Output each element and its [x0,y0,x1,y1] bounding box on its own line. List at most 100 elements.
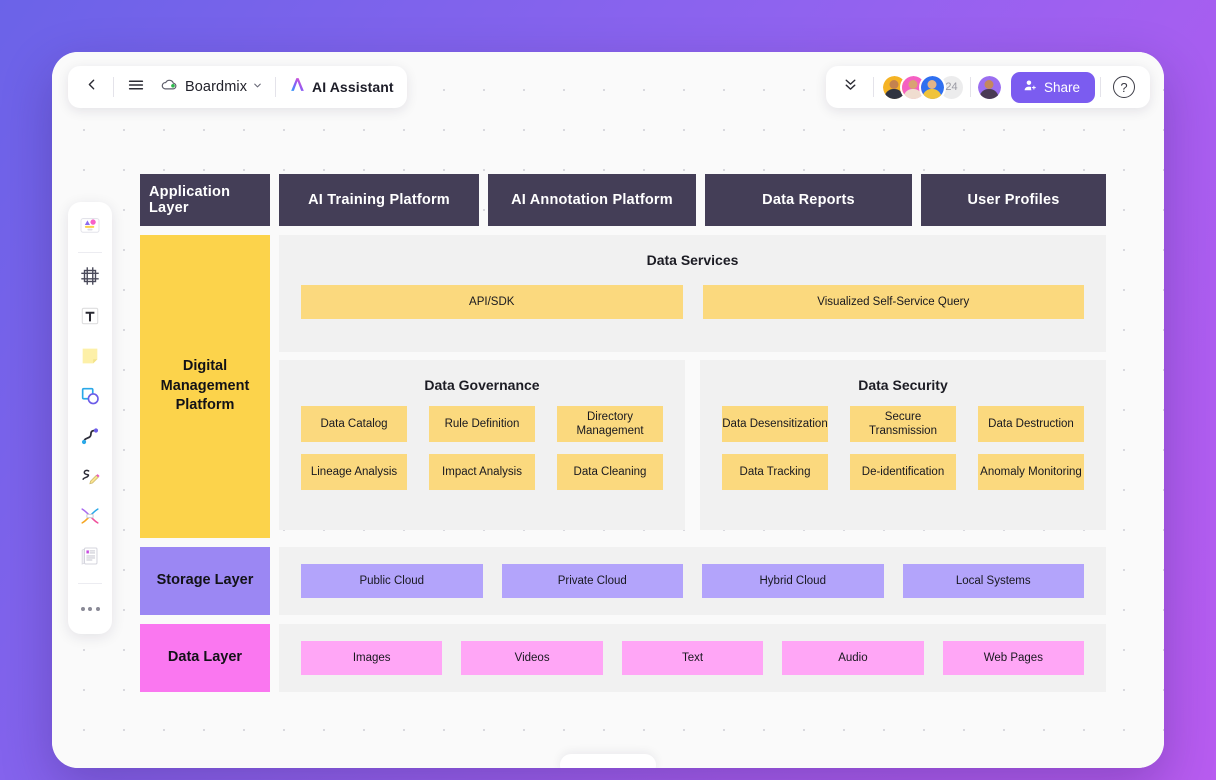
text-tool[interactable] [72,300,108,336]
mindmap-icon [79,505,101,532]
avatar-head [927,79,937,89]
security-chip-anomaly-monitoring[interactable]: Anomaly Monitoring [978,454,1084,490]
document-tool[interactable] [72,540,108,576]
service-chip-label: API/SDK [469,295,515,308]
governance-chip-data-catalog[interactable]: Data Catalog [301,406,407,442]
app-item-data-reports[interactable]: Data Reports [705,174,912,226]
toolbar-divider [1100,77,1101,97]
data-layer-panel[interactable]: Images Videos Text Audio Web Pages [279,624,1106,692]
frame-tool[interactable] [72,260,108,296]
help-button[interactable]: ? [1106,70,1142,104]
sticky-note-icon [79,345,101,372]
security-chip-label: De-identification [861,465,945,478]
governance-security-row: Data Governance Data Catalog Rule Defini… [279,360,1106,530]
governance-chip-directory-management[interactable]: Directory Management [557,406,663,442]
data-chip-label: Web Pages [983,651,1043,664]
app-item-label: AI Annotation Platform [511,192,673,208]
governance-chip-label: Directory Management [576,410,644,437]
data-chip-images[interactable]: Images [301,641,443,675]
architecture-diagram: Application Layer AI Training Platform A… [140,174,1106,692]
double-chevron-down-icon [842,76,859,98]
security-chip-data-desensitization[interactable]: Data Desensitization [722,406,828,442]
shape-tool[interactable] [72,380,108,416]
storage-chip-private-cloud[interactable]: Private Cloud [501,564,683,598]
data-chip-audio[interactable]: Audio [782,641,924,675]
data-security-grid: Data Desensitization Secure Transmission… [700,393,1106,490]
security-chip-data-destruction[interactable]: Data Destruction [978,406,1084,442]
share-button[interactable]: Share [1010,71,1095,103]
ai-assistant-label: AI Assistant [312,79,394,95]
top-left-toolbar: Boardmix AI Assistant [68,66,407,108]
storage-layer-row: Storage Layer Public Cloud Private Cloud… [140,547,1106,615]
toolbar-divider [969,77,971,97]
boardmix-app-window: Application Layer AI Training Platform A… [52,52,1164,768]
left-tool-rail [68,202,112,634]
pen-tool[interactable] [72,460,108,496]
sticky-note-tool[interactable] [72,340,108,376]
storage-layer-label[interactable]: Storage Layer [140,547,270,615]
governance-chip-impact-analysis[interactable]: Impact Analysis [429,454,535,490]
platform-layer-label[interactable]: Digital Management Platform [140,235,270,538]
shape-icon [79,385,101,412]
app-item-label: AI Training Platform [308,192,450,208]
data-governance-title: Data Governance [424,377,540,393]
storage-chip-label: Private Cloud [557,574,627,587]
storage-chip-hybrid-cloud[interactable]: Hybrid Cloud [702,564,884,598]
rail-divider [78,252,102,253]
collapse-toolbar-button[interactable] [834,70,868,104]
toolbar-divider [872,77,874,97]
application-layer-title-label: Application Layer [149,184,231,216]
ai-sparkle-icon [288,75,307,99]
app-item-ai-training-platform[interactable]: AI Training Platform [279,174,479,226]
data-chip-label: Text [681,651,704,664]
security-chip-label: Secure Transmission [869,410,937,437]
storage-layer-panel[interactable]: Public Cloud Private Cloud Hybrid Cloud … [279,547,1106,615]
current-user-avatar[interactable] [975,73,1003,101]
share-button-label: Share [1043,79,1080,95]
data-governance-panel[interactable]: Data Governance Data Catalog Rule Defini… [279,360,685,530]
service-chip-api-sdk[interactable]: API/SDK [301,285,683,319]
governance-chip-rule-definition[interactable]: Rule Definition [429,406,535,442]
data-chip-videos[interactable]: Videos [461,641,603,675]
avatar-head [984,79,994,89]
storage-chip-local-systems[interactable]: Local Systems [902,564,1084,598]
data-layer-label-text: Data Layer [167,649,243,666]
service-chip-visualized-self-service-query[interactable]: Visualized Self-Service Query [702,285,1084,319]
application-layer-title[interactable]: Application Layer [140,174,270,226]
data-chip-web-pages[interactable]: Web Pages [942,641,1085,675]
app-item-ai-annotation-platform[interactable]: AI Annotation Platform [488,174,696,226]
more-tools[interactable] [72,591,108,627]
governance-chip-label: Rule Definition [444,417,520,430]
main-menu-button[interactable] [119,70,153,104]
avatar[interactable] [918,73,946,101]
data-security-title: Data Security [858,377,948,393]
ai-assistant-button[interactable]: AI Assistant [281,70,401,104]
person-add-icon [1023,78,1038,96]
data-services-panel[interactable]: Data Services API/SDK Visualized Self-Se… [279,235,1106,352]
governance-chip-label: Data Catalog [320,417,388,430]
storage-chip-public-cloud[interactable]: Public Cloud [301,564,483,598]
toolbar-divider [275,77,277,97]
app-item-user-profiles[interactable]: User Profiles [921,174,1106,226]
data-chip-label: Audio [838,651,868,664]
templates-tool[interactable] [72,209,108,245]
governance-chip-data-cleaning[interactable]: Data Cleaning [557,454,663,490]
security-chip-secure-transmission[interactable]: Secure Transmission [850,406,956,442]
document-name-button[interactable]: Boardmix [153,70,270,104]
back-button[interactable] [74,70,108,104]
app-item-label: User Profiles [967,192,1060,208]
templates-icon [78,213,102,242]
governance-chip-lineage-analysis[interactable]: Lineage Analysis [301,454,407,490]
chevron-left-icon [83,76,100,98]
pen-icon [79,465,101,492]
data-layer-label[interactable]: Data Layer [140,624,270,692]
security-chip-data-tracking[interactable]: Data Tracking [722,454,828,490]
security-chip-de-identification[interactable]: De-identification [850,454,956,490]
data-chip-text[interactable]: Text [621,641,764,675]
chevron-down-icon [252,78,263,96]
data-security-panel[interactable]: Data Security Data Desensitization Secur… [700,360,1106,530]
connector-tool[interactable] [72,420,108,456]
bottom-toolbar-pill[interactable] [560,754,656,768]
text-icon [79,305,101,332]
mindmap-tool[interactable] [72,500,108,536]
